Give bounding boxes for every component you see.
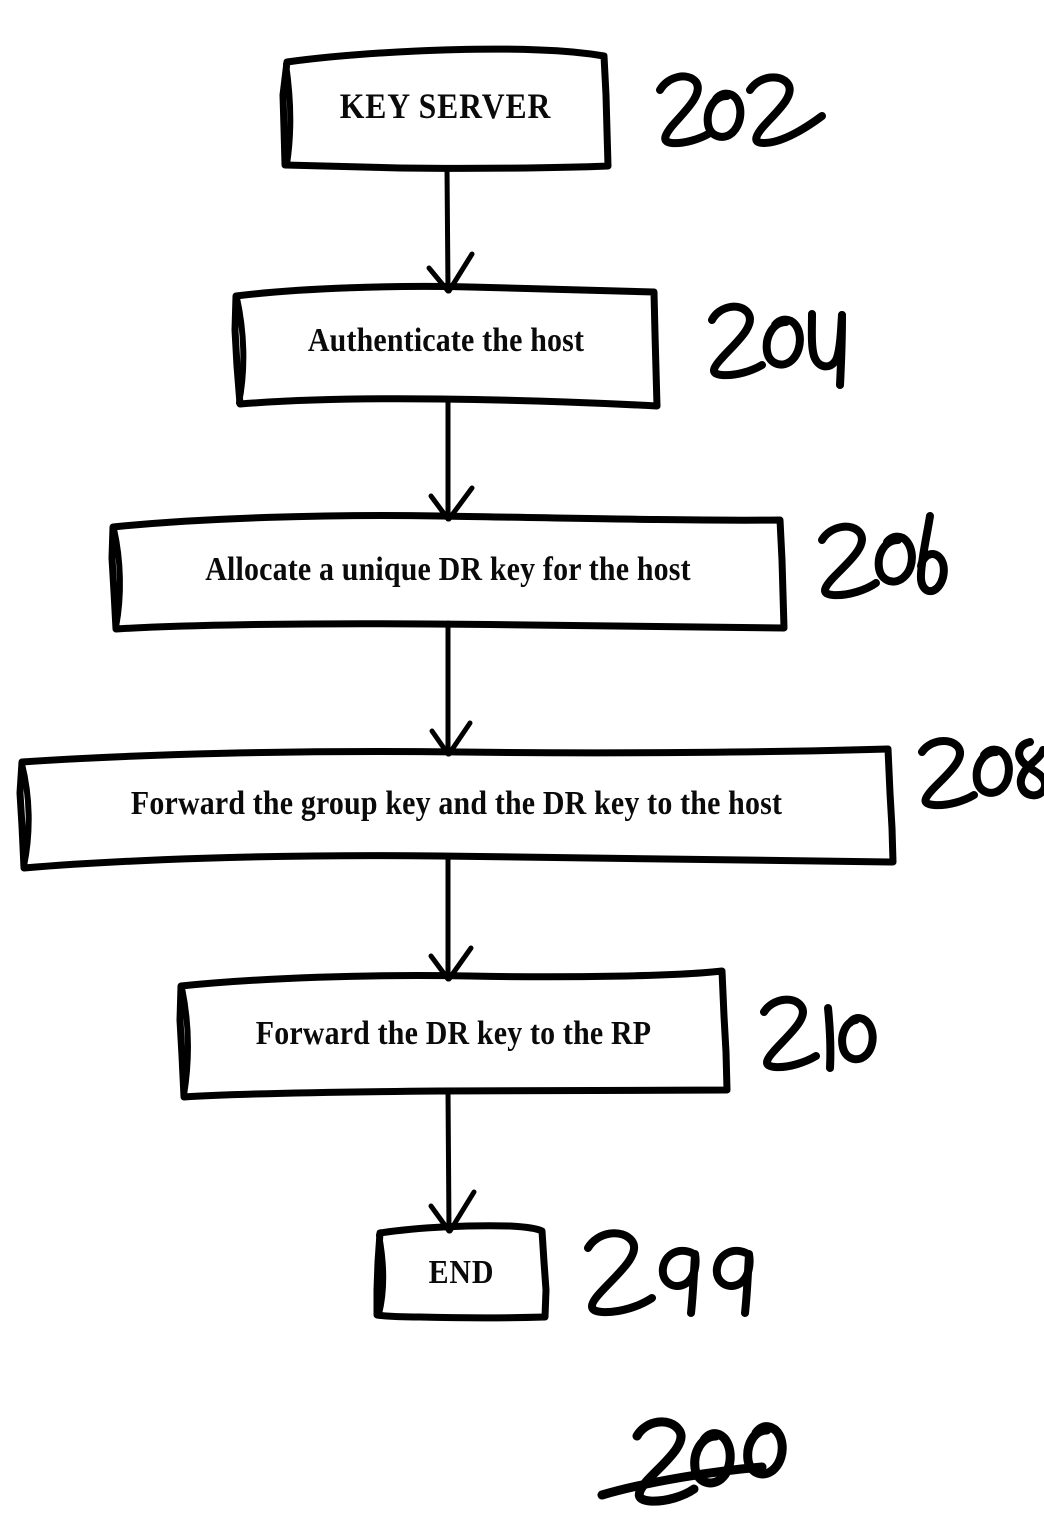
node-label-204: Authenticate the host <box>307 322 585 359</box>
connector-210-299 <box>445 1088 452 1233</box>
ref-numeral-206 <box>818 512 948 600</box>
connector-202-204 <box>444 165 451 293</box>
node-label-208: Forward the group key and the DR key to … <box>130 785 783 822</box>
ref-numeral-208 <box>918 737 1044 810</box>
ref-numeral-202 <box>656 72 826 148</box>
figure-number-200 <box>597 1417 787 1506</box>
node-label-299: END <box>428 1254 495 1291</box>
patent-figure-page: KEY SERVER Authenticate the host Allocat… <box>0 0 1044 1514</box>
node-label-206: Allocate a unique DR key for the host <box>205 551 691 588</box>
node-label-210: Forward the DR key to the RP <box>255 1015 652 1052</box>
ref-numeral-299 <box>584 1229 754 1317</box>
node-label-202: KEY SERVER <box>339 86 552 126</box>
ref-numeral-204 <box>708 302 846 389</box>
ref-numeral-210 <box>760 995 877 1072</box>
